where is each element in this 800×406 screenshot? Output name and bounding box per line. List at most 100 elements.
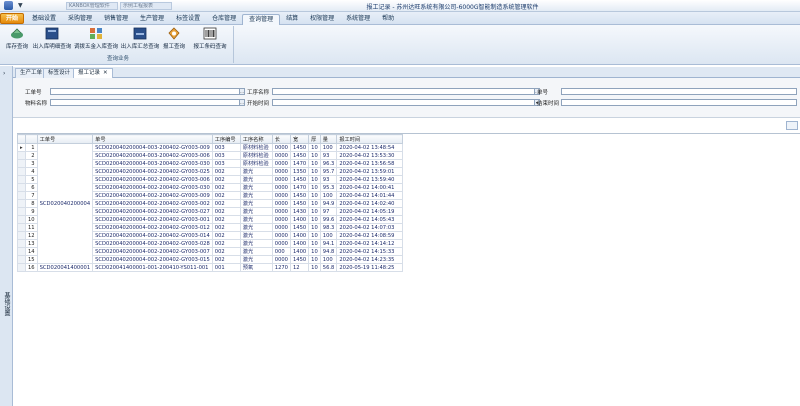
- row-indicator[interactable]: [17, 239, 26, 248]
- table-row[interactable]: 16 SCD020041400001 SCD020041400001-001-200…: [17, 263, 404, 272]
- table-cell-time[interactable]: 2020-04-02 14:01:44: [336, 191, 404, 200]
- material-name-picker-button[interactable]: …: [239, 99, 245, 106]
- menu-tab[interactable]: 标签设置: [170, 14, 206, 25]
- table-cell-t[interactable]: 10: [308, 231, 321, 240]
- menu-tab[interactable]: 采购管理: [62, 14, 98, 25]
- table-cell-t[interactable]: 10: [308, 167, 321, 176]
- table-cell-name[interactable]: 激光: [239, 223, 273, 232]
- table-cell-q[interactable]: 95.3: [319, 183, 338, 192]
- start-time-field[interactable]: ▾: [272, 99, 540, 106]
- table-cell-time[interactable]: 2020-04-02 13:48:54: [336, 143, 404, 152]
- table-cell-t[interactable]: 10: [308, 223, 321, 232]
- table-cell-q[interactable]: 96.3: [319, 159, 338, 168]
- table-cell-t[interactable]: 10: [308, 191, 321, 200]
- table-cell-t[interactable]: 10: [308, 159, 321, 168]
- table-cell-w[interactable]: 1450: [289, 255, 310, 264]
- table-cell-t[interactable]: 10: [308, 175, 321, 184]
- table-cell-code[interactable]: 002: [211, 207, 241, 216]
- row-indicator[interactable]: [17, 207, 26, 216]
- table-cell-l[interactable]: 0000: [271, 143, 291, 152]
- table-cell-name[interactable]: 激光: [239, 175, 273, 184]
- table-cell-l[interactable]: 000: [271, 247, 291, 256]
- table-cell-w[interactable]: 1450: [289, 223, 310, 232]
- table-cell-w[interactable]: 1350: [289, 167, 310, 176]
- table-cell-name[interactable]: 激光: [239, 207, 273, 216]
- table-cell-l[interactable]: 0000: [271, 167, 291, 176]
- table-cell-doc[interactable]: SCD020040200004-002-200402-GY003-027: [92, 207, 213, 216]
- inout-summary-query-button[interactable]: 出入库汇总查询: [120, 27, 160, 53]
- left-dock[interactable]: › 基础设置: [0, 66, 13, 406]
- table-cell-w[interactable]: 1470: [289, 159, 310, 168]
- table-cell-time[interactable]: 2020-04-02 14:23:35: [336, 255, 404, 264]
- column-header[interactable]: 厚: [308, 134, 321, 144]
- doc-tab-label-design[interactable]: 标签设计: [43, 68, 76, 78]
- table-cell-doc[interactable]: SCD020041400001-001-200410-YS011-001: [92, 263, 213, 272]
- table-cell-w[interactable]: 1450: [289, 175, 310, 184]
- table-cell-doc[interactable]: SCD020040200004-002-200402-GY003-009: [92, 191, 213, 200]
- table-row[interactable]: ▸ 1 SCD020040200004 SCD020040200004-003-200…: [17, 143, 404, 264]
- column-header[interactable]: 宽: [289, 134, 310, 144]
- column-header[interactable]: 工序编号: [211, 134, 241, 144]
- menu-tab[interactable]: 权限管理: [304, 14, 340, 25]
- table-cell-w[interactable]: 1430: [289, 207, 310, 216]
- table-cell-t[interactable]: 10: [308, 151, 321, 160]
- menu-tab[interactable]: 基础设置: [26, 14, 62, 25]
- table-cell-q[interactable]: 93: [319, 175, 338, 184]
- column-header[interactable]: 单号: [92, 134, 213, 144]
- column-header[interactable]: 量: [319, 134, 338, 144]
- table-cell-l[interactable]: 0000: [271, 159, 291, 168]
- table-cell-l[interactable]: 0000: [271, 223, 291, 232]
- row-indicator[interactable]: [17, 255, 26, 264]
- doc-no-field[interactable]: [561, 88, 797, 95]
- table-cell-q[interactable]: 93: [319, 151, 338, 160]
- table-cell-doc[interactable]: SCD020040200004-002-200402-GY003-014: [92, 231, 213, 240]
- row-indicator[interactable]: [17, 175, 26, 184]
- menu-tab[interactable]: 系统管理: [340, 14, 376, 25]
- work-order-picker-button[interactable]: …: [239, 88, 245, 95]
- end-time-field[interactable]: [561, 99, 797, 106]
- table-cell-name[interactable]: 激光: [239, 247, 273, 256]
- transfer-inbound-query-button[interactable]: 调拨五金入库查询: [74, 27, 118, 53]
- table-cell-doc[interactable]: SCD020040200004-002-200402-GY003-030: [92, 183, 213, 192]
- table-cell-code[interactable]: 003: [211, 159, 241, 168]
- menu-tab[interactable]: 仓库管理: [206, 14, 242, 25]
- row-indicator[interactable]: [17, 247, 26, 256]
- table-cell-t[interactable]: 10: [308, 183, 321, 192]
- table-cell-name[interactable]: 原材料检验: [239, 151, 273, 160]
- table-cell-t[interactable]: 10: [308, 247, 321, 256]
- table-cell-doc[interactable]: SCD020040200004-003-200402-GY003-030: [92, 159, 213, 168]
- report-barcode-query-button[interactable]: 报工条码查询: [190, 27, 230, 53]
- table-cell-name[interactable]: 激光: [239, 183, 273, 192]
- row-indicator[interactable]: ▸: [17, 143, 26, 152]
- table-cell-name[interactable]: 预氧: [239, 263, 273, 272]
- table-cell-l[interactable]: 0000: [271, 231, 291, 240]
- table-cell-code[interactable]: 002: [211, 223, 241, 232]
- table-cell-name[interactable]: 激光: [239, 191, 273, 200]
- menu-tab[interactable]: 结算: [280, 14, 304, 25]
- row-indicator[interactable]: [17, 263, 26, 272]
- menu-tab[interactable]: 生产管理: [134, 14, 170, 25]
- row-indicator[interactable]: [17, 151, 26, 160]
- table-cell-name[interactable]: 激光: [239, 215, 273, 224]
- table-cell-q[interactable]: 94.9: [319, 199, 338, 208]
- doc-tab-work-report[interactable]: 报工记录 ✕: [73, 68, 113, 78]
- table-cell-name[interactable]: 激光: [239, 239, 273, 248]
- column-header[interactable]: 报工时间: [336, 134, 404, 144]
- table-cell-l[interactable]: 0000: [271, 183, 291, 192]
- table-cell-doc[interactable]: SCD020040200004-002-200402-GY003-012: [92, 223, 213, 232]
- table-cell-doc[interactable]: SCD020040200004-003-200402-GY003-009: [92, 143, 213, 152]
- table-cell-code[interactable]: 003: [211, 151, 241, 160]
- table-cell-w[interactable]: 1400: [289, 247, 310, 256]
- table-cell-l[interactable]: 1270: [271, 263, 291, 272]
- process-name-field[interactable]: …: [272, 88, 540, 95]
- table-cell-code[interactable]: 002: [211, 167, 241, 176]
- menu-tab[interactable]: 帮助: [376, 14, 400, 25]
- table-cell-time[interactable]: 2020-04-02 14:08:59: [336, 231, 404, 240]
- table-cell-w[interactable]: 12: [289, 263, 310, 272]
- table-cell-doc[interactable]: SCD020040200004-003-200402-GY003-006: [92, 151, 213, 160]
- inventory-query-button[interactable]: 库存查询: [4, 27, 30, 53]
- table-cell-doc[interactable]: SCD020040200004-002-200402-GY003-025: [92, 167, 213, 176]
- table-cell-time[interactable]: 2020-04-02 13:59:40: [336, 175, 404, 184]
- table-cell-code[interactable]: 002: [211, 239, 241, 248]
- table-cell-doc[interactable]: SCD020040200004-002-200402-GY003-006: [92, 175, 213, 184]
